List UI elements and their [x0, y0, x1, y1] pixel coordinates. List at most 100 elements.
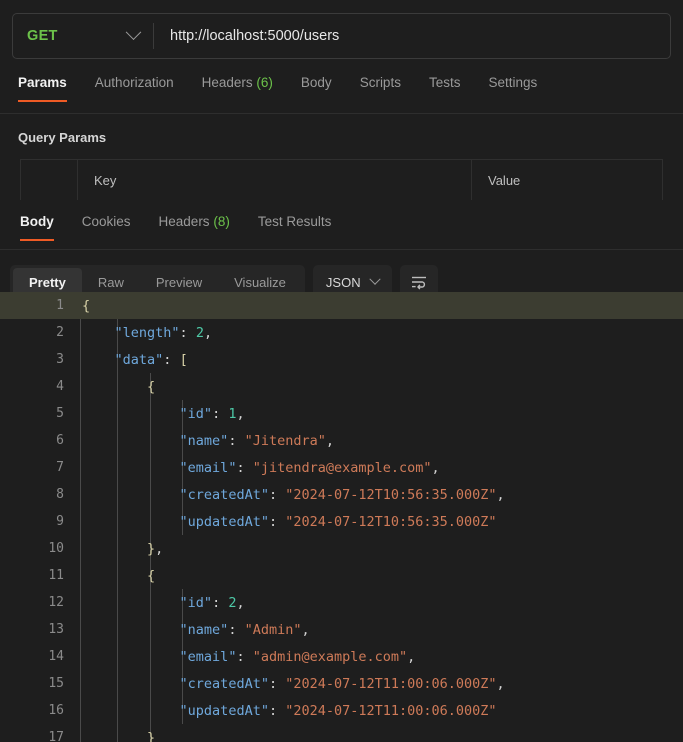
chevron-down-icon: [125, 23, 142, 40]
token-punc: ,: [236, 405, 245, 422]
request-url-input[interactable]: http://localhost:5000/users: [154, 14, 670, 58]
code-line-text: "email": "jitendra@example.com",: [80, 460, 683, 476]
params-value-column-label: Value: [488, 172, 521, 188]
tab-params-label: Params: [18, 75, 67, 90]
token-punc: :: [212, 594, 229, 611]
token-key: "id": [179, 405, 213, 422]
response-format-label: JSON: [325, 274, 361, 290]
code-line-text: "createdAt": "2024-07-12T10:56:35.000Z",: [80, 487, 683, 503]
line-number: 11: [48, 568, 64, 583]
line-number: 13: [48, 622, 64, 637]
response-tab-test-results[interactable]: Test Results: [258, 211, 332, 240]
tab-settings[interactable]: Settings: [488, 75, 537, 101]
code-line: 6 "name": "Jitendra",: [0, 427, 683, 454]
token-punc: :: [212, 405, 229, 422]
code-line-text: "length": 2,: [80, 325, 683, 341]
token-str: "2024-07-12T11:00:06.000Z": [285, 702, 497, 719]
token-key: "createdAt": [179, 486, 269, 503]
code-line: 11 {: [0, 562, 683, 589]
tab-headers[interactable]: Headers (6): [202, 75, 273, 101]
tab-authorization[interactable]: Authorization: [95, 75, 174, 101]
code-line-text: "name": "Jitendra",: [80, 433, 683, 449]
word-wrap-icon: [411, 276, 426, 290]
tab-body[interactable]: Body: [301, 75, 332, 101]
code-line-list: 1{2 "length": 2, 3 "data": [4 {5 "id": 1,…: [0, 292, 683, 742]
token-str: "admin@example.com": [252, 648, 408, 665]
code-line-text: "createdAt": "2024-07-12T11:00:06.000Z",: [80, 676, 683, 692]
token-key: "length": [114, 324, 180, 341]
tab-settings-label: Settings: [488, 75, 538, 90]
line-number: 1: [56, 298, 64, 313]
token-punc: ,: [407, 648, 416, 665]
request-url-bar-row: GET http://localhost:5000/users: [0, 0, 683, 59]
tab-tests[interactable]: Tests: [429, 75, 461, 101]
token-punc: :: [236, 648, 253, 665]
response-tab-cookies-label: Cookies: [81, 214, 131, 229]
response-tab-headers-label: Headers: [158, 214, 210, 229]
token-punc: ,: [155, 540, 164, 557]
code-line: 16 "updatedAt": "2024-07-12T11:00:06.000…: [0, 697, 683, 724]
tab-scripts[interactable]: Scripts: [360, 75, 401, 101]
code-line-text: "data": [: [80, 352, 683, 368]
token-key: "name": [179, 432, 229, 449]
response-body-code-viewer[interactable]: 1{2 "length": 2, 3 "data": [4 {5 "id": 1,…: [0, 292, 683, 742]
params-key-column-label: Key: [94, 172, 117, 188]
code-line: 7 "email": "jitendra@example.com",: [0, 454, 683, 481]
line-number: 3: [56, 352, 64, 367]
response-tab-body[interactable]: Body: [20, 211, 54, 241]
code-line-text: {: [80, 568, 683, 584]
code-line-text: "id": 1,: [80, 406, 683, 422]
token-key: "createdAt": [179, 675, 269, 692]
line-number: 5: [56, 406, 64, 421]
view-visualize-label: Visualize: [234, 274, 286, 290]
query-params-table: Key Value: [20, 159, 663, 200]
token-key: "updatedAt": [179, 702, 269, 719]
token-punc: :: [268, 702, 286, 719]
params-key-column-header: Key: [78, 160, 472, 200]
token-punc: ,: [496, 486, 505, 503]
response-tab-cookies[interactable]: Cookies: [82, 211, 131, 240]
token-brace: }: [147, 729, 156, 742]
token-punc: ,: [236, 594, 245, 611]
code-line-text: "name": "Admin",: [80, 622, 683, 638]
token-key: "id": [179, 594, 213, 611]
line-number: 6: [56, 433, 64, 448]
token-punc: :: [268, 675, 286, 692]
line-number: 7: [56, 460, 64, 475]
tab-scripts-label: Scripts: [359, 75, 401, 90]
token-punc: :: [228, 621, 245, 638]
token-str: "2024-07-12T11:00:06.000Z": [285, 675, 497, 692]
code-line: 10 },: [0, 535, 683, 562]
chevron-down-icon: [368, 273, 381, 285]
code-line: 13 "name": "Admin",: [0, 616, 683, 643]
line-number: 8: [56, 487, 64, 502]
tab-params[interactable]: Params: [18, 75, 67, 102]
code-line: 8 "createdAt": "2024-07-12T10:56:35.000Z…: [0, 481, 683, 508]
token-num: 2: [195, 324, 204, 341]
code-line: 3 "data": [: [0, 346, 683, 373]
token-punc: :: [268, 486, 286, 503]
token-punc: ,: [301, 621, 310, 638]
token-punc: ,: [203, 324, 213, 341]
token-str: "Admin": [244, 621, 302, 638]
http-method-selector[interactable]: GET: [13, 14, 153, 58]
token-brace: {: [147, 378, 156, 395]
request-tab-bar: Params Authorization Headers (6) Body Sc…: [0, 75, 683, 114]
line-number: 17: [48, 730, 64, 742]
code-line: 17 }: [0, 724, 683, 742]
response-tab-headers[interactable]: Headers (8): [159, 211, 230, 240]
token-brace: }: [147, 540, 156, 557]
view-pretty-label: Pretty: [29, 274, 66, 290]
code-line: 14 "email": "admin@example.com",: [0, 643, 683, 670]
